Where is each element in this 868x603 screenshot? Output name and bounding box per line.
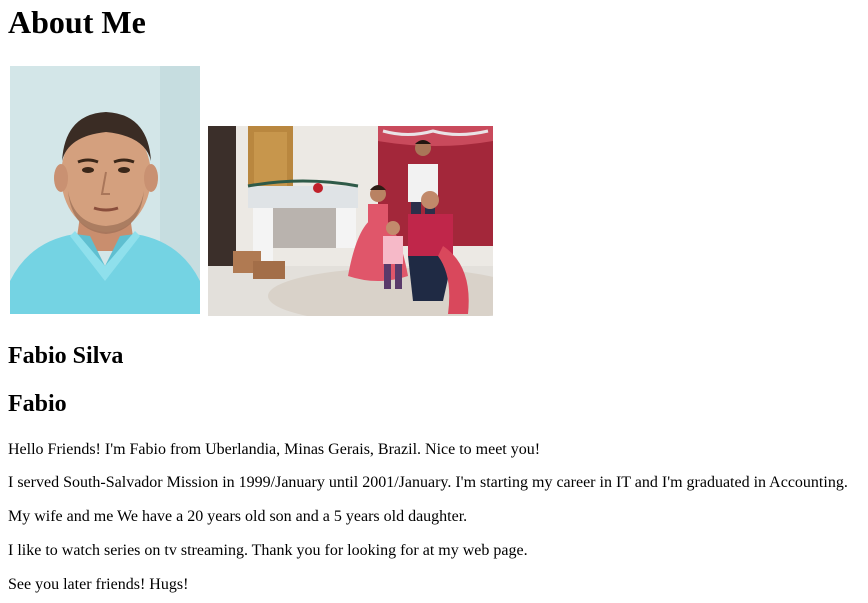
- profile-full-name: Fabio Silva: [8, 343, 124, 369]
- bio-paragraph: I like to watch series on tv streaming. …: [8, 542, 528, 559]
- bio-paragraph: Hello Friends! I'm Fabio from Uberlandia…: [8, 441, 541, 458]
- profile-short-name: Fabio: [8, 391, 67, 417]
- bio-paragraph: I served South-Salvador Mission in 1999/…: [8, 474, 848, 491]
- bio-paragraph: See you later friends! Hugs!: [8, 576, 189, 593]
- page-title: About Me: [8, 4, 146, 40]
- portrait-photo: [10, 66, 200, 314]
- photo-gallery: [8, 66, 508, 318]
- bio-paragraph: My wife and me We have a 20 years old so…: [8, 508, 468, 525]
- family-photo: [208, 126, 493, 316]
